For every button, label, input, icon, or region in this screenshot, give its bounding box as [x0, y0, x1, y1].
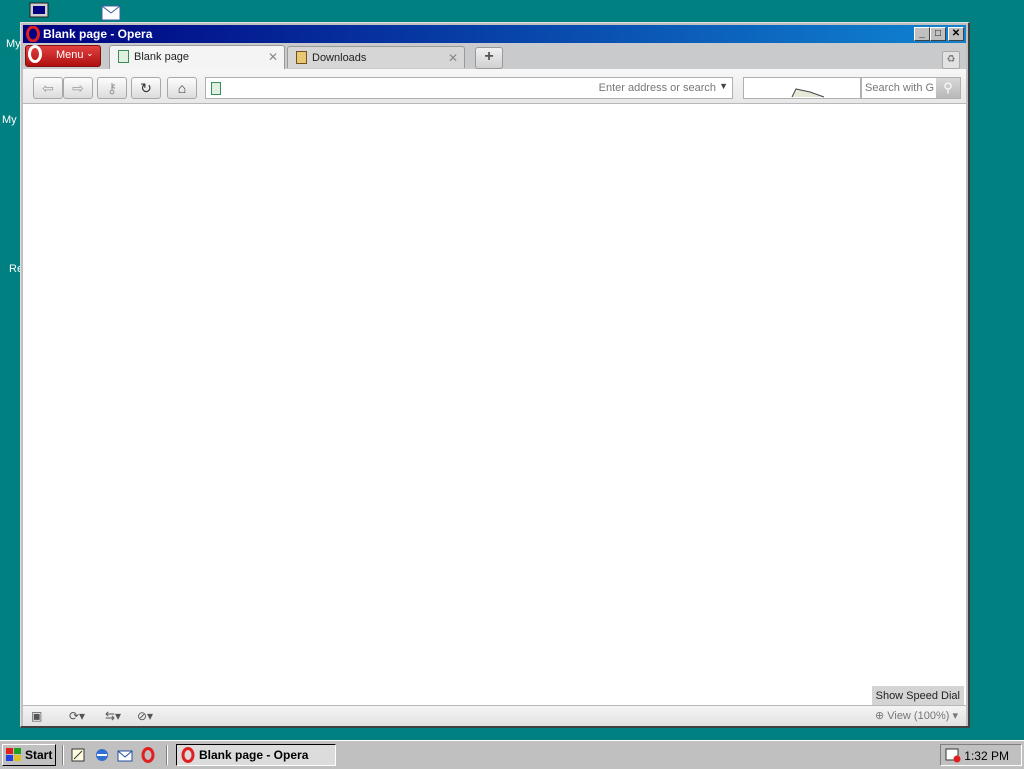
close-icon: ✕ [951, 28, 961, 39]
system-tray: 1:32 PM [940, 744, 1022, 766]
zoom-icon: ⊕ [874, 710, 885, 722]
address-field[interactable]: Enter address or search ▼ [205, 77, 733, 99]
search-placeholder: Search with G [865, 82, 935, 94]
tab-close-icon[interactable]: ✕ [268, 50, 278, 64]
status-bar: ▣ ⟳▾ ⇆▾ ⊘▾ ⊕ View (100%) ▾ [23, 705, 966, 726]
page-content[interactable]: Show Speed Dial [23, 104, 966, 706]
key-button[interactable]: ⚷ [97, 77, 127, 99]
desktop-icon-label: My [6, 38, 21, 50]
desktop-icon-label: My [2, 114, 17, 126]
search-field[interactable]: Search with G ⚲ [861, 77, 961, 99]
home-icon: ⌂ [177, 80, 187, 96]
trash-icon: ♻ [946, 54, 956, 65]
chevron-down-icon: ⌄ [86, 48, 94, 58]
menu-label: Menu [56, 49, 84, 61]
start-label: Start [25, 748, 53, 762]
tab-blank-page[interactable]: Blank page ✕ [109, 45, 285, 69]
opera-menu-button[interactable]: Menu ⌄ [25, 45, 101, 67]
opera-window: Blank page - Opera _ □ ✕ Menu ⌄ Blank pa… [20, 22, 970, 728]
maximize-icon: □ [934, 28, 942, 39]
taskbar-separator [166, 745, 168, 765]
close-button[interactable]: ✕ [948, 27, 964, 41]
tab-downloads[interactable]: Downloads ✕ [287, 46, 465, 68]
start-button[interactable]: Start [2, 744, 56, 766]
tab-label: Downloads [312, 52, 367, 64]
decoration-icon [791, 88, 825, 98]
tab-label: Blank page [134, 51, 190, 63]
chevron-down-icon: ▾ [952, 710, 958, 722]
forward-button[interactable]: ⇨ [63, 77, 93, 99]
show-speed-dial-button[interactable]: Show Speed Dial [871, 686, 964, 706]
title-bar[interactable]: Blank page - Opera _ □ ✕ [23, 25, 966, 43]
zoom-control[interactable]: ⊕ View (100%) ▾ [875, 709, 958, 722]
documents-icon [101, 5, 121, 21]
dropdown-arrow-icon[interactable]: ▼ [719, 81, 728, 91]
show-desktop-icon[interactable] [70, 747, 86, 763]
opera-logo-icon [26, 26, 40, 42]
outlook-express-icon[interactable] [117, 747, 133, 763]
minimize-icon: _ [919, 28, 925, 39]
minimize-button[interactable]: _ [914, 27, 930, 41]
home-button[interactable]: ⌂ [167, 77, 197, 99]
internet-explorer-icon[interactable] [94, 747, 110, 763]
taskbar-item-label: Blank page - Opera [199, 748, 309, 762]
windows-flag-icon [6, 748, 21, 761]
opera-logo-icon [28, 45, 42, 63]
page-icon [211, 82, 221, 95]
downloads-icon [296, 51, 307, 64]
page-icon [118, 50, 129, 63]
tab-strip: Menu ⌄ Blank page ✕ Downloads ✕ + ♻ [23, 43, 966, 69]
turbo-icon[interactable]: ⟳▾ [69, 709, 85, 723]
taskbar: Start Blank page - Opera 1:32 PM [0, 740, 1024, 769]
address-placeholder: Enter address or search [598, 82, 716, 94]
closed-tabs-trash-button[interactable]: ♻ [942, 51, 960, 69]
key-icon: ⚷ [106, 80, 118, 96]
tab-close-icon[interactable]: ✕ [448, 51, 458, 65]
reload-icon: ↻ [140, 80, 152, 96]
reload-button[interactable]: ↻ [131, 77, 161, 99]
navigation-bar: ⇦ ⇨ ⚷ ↻ ⌂ Enter address or search ▼ Sear… [23, 69, 966, 104]
scheduler-icon[interactable] [945, 747, 961, 763]
zoom-label: View (100%) [887, 710, 950, 722]
new-tab-button[interactable]: + [475, 47, 503, 69]
taskbar-separator [62, 745, 64, 765]
panel-toggle-icon[interactable]: ▣ [31, 709, 42, 723]
back-arrow-icon: ⇦ [42, 80, 54, 96]
back-button[interactable]: ⇦ [33, 77, 63, 99]
clock[interactable]: 1:32 PM [964, 749, 1009, 763]
window-title: Blank page - Opera [43, 27, 153, 41]
plus-icon: + [484, 48, 494, 65]
forward-arrow-icon: ⇨ [72, 80, 84, 96]
computer-icon [29, 2, 49, 18]
unite-icon[interactable]: ⇆▾ [105, 709, 121, 723]
address-extra-panel [743, 77, 861, 99]
maximize-button[interactable]: □ [930, 27, 946, 41]
opera-logo-icon [181, 747, 195, 763]
taskbar-item-opera[interactable]: Blank page - Opera [176, 744, 336, 766]
search-icon[interactable]: ⚲ [936, 78, 960, 98]
opera-icon[interactable] [140, 747, 156, 763]
opera-link-icon[interactable]: ⊘▾ [137, 709, 153, 723]
